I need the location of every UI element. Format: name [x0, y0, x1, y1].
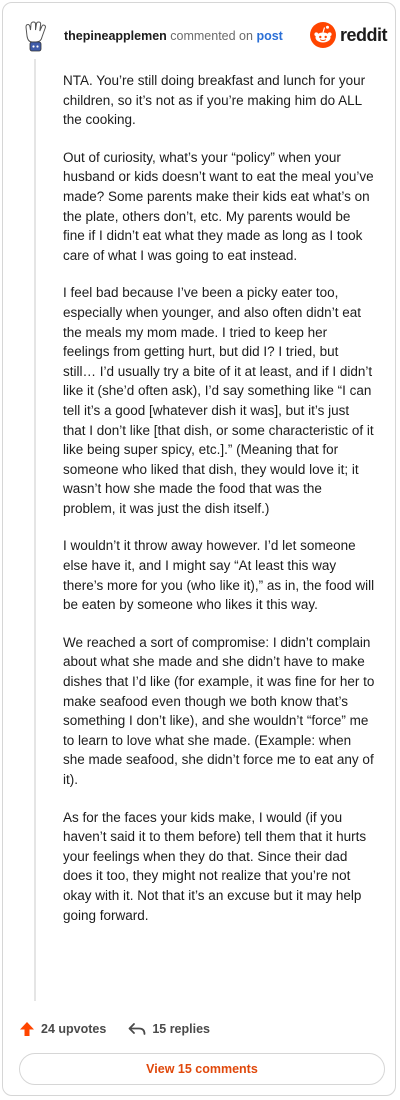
comment-byline: thepineapplemen commented on post — [64, 29, 283, 43]
comment-paragraph: As for the faces your kids make, I would… — [63, 809, 367, 923]
comment-paragraph: NTA. You’re still doing breakfast and lu… — [63, 73, 366, 128]
comment-paragraph: I feel bad because I’ve been a picky eat… — [63, 285, 374, 516]
action-text: commented on — [170, 29, 253, 43]
comment-paragraph: I wouldn’t it throw away however. I’d le… — [63, 538, 375, 613]
comment-body: NTA. You’re still doing breakfast and lu… — [63, 71, 375, 943]
upvote-arrow-icon — [20, 1022, 34, 1036]
replies-count: 15 replies — [152, 1022, 210, 1036]
reply-arrow-icon — [128, 1023, 146, 1035]
comment-paragraph: Out of curiosity, what’s your “policy” w… — [63, 149, 374, 263]
snoo-avatar-icon[interactable] — [21, 21, 49, 53]
post-link[interactable]: post — [256, 29, 282, 43]
reddit-logo-icon — [309, 22, 336, 48]
comment-header: thepineapplemen commented on post reddit — [17, 17, 388, 57]
comment-paragraph: We reached a sort of compromise: I didn’… — [63, 634, 375, 787]
comment-actions: 24 upvotes 15 replies — [19, 1018, 210, 1040]
username-link[interactable]: thepineapplemen — [64, 29, 167, 43]
view-comments-button[interactable]: View 15 comments — [19, 1053, 385, 1085]
brand-wordmark: reddit — [339, 24, 388, 45]
replies-button[interactable]: 15 replies — [128, 1022, 210, 1036]
upvote-count: 24 upvotes — [41, 1022, 107, 1036]
brand-logo[interactable]: reddit — [309, 21, 388, 49]
thread-line[interactable] — [34, 59, 36, 1001]
upvote-button[interactable]: 24 upvotes — [19, 1021, 106, 1037]
comment-card: thepineapplemen commented on post reddit… — [2, 2, 396, 1096]
